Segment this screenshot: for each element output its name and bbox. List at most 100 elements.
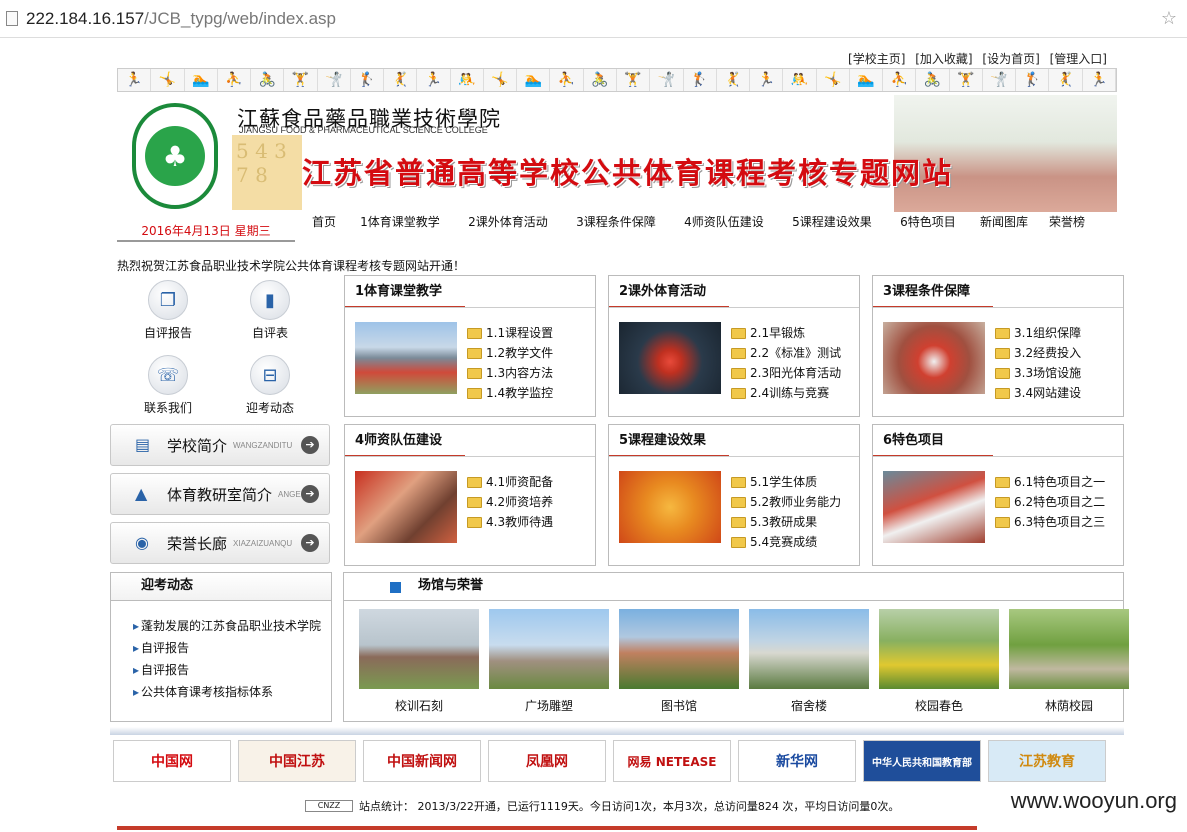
school-intro-button[interactable]: ▤ 学校简介 WANGZANDITU ➔ — [110, 424, 330, 466]
quick-self-report[interactable]: ❐ 自评报告 — [123, 280, 213, 341]
venue-photo — [359, 609, 479, 689]
panel-link[interactable]: 6.2特色项目之二 — [995, 492, 1105, 512]
panel-special: 6特色项目 6.1特色项目之一 6.2特色项目之二 6.3特色项目之三 — [872, 424, 1124, 566]
athlete-icon: 🤾 — [717, 69, 751, 91]
link-jiangsu-edu[interactable]: 江苏教育 — [988, 740, 1106, 782]
address-bar[interactable]: 222.184.16.157 /JCB_typg/web/index.asp ☆ — [0, 0, 1187, 38]
cnzz-badge[interactable]: CNZZ — [305, 800, 353, 812]
url-host: 222.184.16.157 — [26, 8, 145, 28]
venue-label: 宿舍楼 — [790, 699, 827, 713]
panel-link[interactable]: 5.3教研成果 — [731, 512, 841, 532]
folder-icon — [467, 347, 482, 359]
link-chinanews[interactable]: 中国新闻网 — [363, 740, 481, 782]
page-icon — [6, 11, 18, 26]
square-bullet-icon — [390, 582, 401, 593]
panel-link[interactable]: 1.1课程设置 — [467, 323, 553, 343]
link-163[interactable]: 网易 NETEASE — [613, 740, 731, 782]
honor-gallery-button[interactable]: ◉ 荣誉长廊 XIAZAIZUANQU ➔ — [110, 522, 330, 564]
panel-link[interactable]: 2.3阳光体育活动 — [731, 363, 841, 383]
link-moe[interactable]: 中华人民共和国教育部 — [863, 740, 981, 782]
separator — [110, 727, 1124, 735]
news-item[interactable]: 公共体育课考核指标体系 — [133, 681, 331, 703]
venues-title: 场馆与荣誉 — [418, 578, 484, 593]
folder-icon — [731, 496, 746, 508]
venue-item[interactable]: 图书馆 — [619, 609, 739, 714]
venue-item[interactable]: 林荫校园 — [1009, 609, 1129, 714]
folder-icon — [467, 387, 482, 399]
athlete-icon: 🏊 — [517, 69, 551, 91]
sport-pictogram-strip: 🏃 🤸 🏊 ⛹ 🚴 🏋 🤺 🏌 🤾 🏃 🤼 🤸 🏊 ⛹ 🚴 🏋 🤺 🏌 🤾 🏃 🤼 🤸 🏊 ⛹ 🚴 🏋 🤺… — [117, 68, 1117, 92]
panel-link[interactable]: 2.2《标准》测试 — [731, 343, 841, 363]
venue-label: 林荫校园 — [1044, 699, 1093, 713]
current-date: 2016年4月13日 星期三 — [117, 222, 295, 242]
link-set-homepage[interactable]: [设为首页] — [982, 52, 1039, 66]
news-title: 迎考动态 — [111, 573, 331, 601]
link-xinhua[interactable]: 新华网 — [738, 740, 856, 782]
quick-exam-news[interactable]: ⊟ 迎考动态 — [225, 355, 315, 416]
panel-link[interactable]: 5.1学生体质 — [731, 472, 841, 492]
panel-link[interactable]: 4.2师资培养 — [467, 492, 553, 512]
panel-link[interactable]: 1.3内容方法 — [467, 363, 553, 383]
panel-link[interactable]: 3.4网站建设 — [995, 383, 1081, 403]
panel-link[interactable]: 3.1组织保障 — [995, 323, 1081, 343]
nav-news-gallery[interactable]: 新闻图库 — [974, 215, 1034, 230]
quick-label: 联系我们 — [143, 401, 192, 415]
venue-item[interactable]: 宿舍楼 — [749, 609, 869, 714]
athlete-icon: 🤸 — [484, 69, 518, 91]
panel-link[interactable]: 6.1特色项目之一 — [995, 472, 1105, 492]
panel-link[interactable]: 5.4竞赛成绩 — [731, 532, 841, 552]
nav-conditions[interactable]: 3课程条件保障 — [576, 215, 656, 230]
quick-contact[interactable]: ☏ 联系我们 — [123, 355, 213, 416]
link-school-home[interactable]: [学校主页] — [848, 52, 905, 66]
venue-item[interactable]: 广场雕塑 — [489, 609, 609, 714]
button-sub: XIAZAIZUANQU — [233, 538, 293, 548]
panel-link[interactable]: 5.2教师业务能力 — [731, 492, 841, 512]
id-card-icon: ▤ — [135, 435, 151, 454]
nav-results[interactable]: 5课程建设效果 — [792, 215, 872, 230]
venue-item[interactable]: 校训石刻 — [359, 609, 479, 714]
link-china-jiangsu[interactable]: 中国江苏 — [238, 740, 356, 782]
athlete-icon: 🤺 — [983, 69, 1017, 91]
toolbox-icon: ⊟ — [250, 355, 290, 395]
link-china-net[interactable]: 中国网 — [113, 740, 231, 782]
pe-dept-intro-button[interactable]: ▲ 体育教研室简介 ANGE ➔ — [110, 473, 330, 515]
quick-self-table[interactable]: ▮ 自评表 — [225, 280, 315, 341]
nav-extracurricular[interactable]: 2课外体育活动 — [468, 215, 548, 230]
folder-icon — [467, 327, 482, 339]
news-item[interactable]: 自评报告 — [133, 659, 331, 681]
athlete-icon: 🤾 — [384, 69, 418, 91]
panel-link[interactable]: 1.2教学文件 — [467, 343, 553, 363]
link-ifeng[interactable]: 凤凰网 — [488, 740, 606, 782]
panel-link[interactable]: 4.3教师待遇 — [467, 512, 553, 532]
folder-icon — [731, 516, 746, 528]
folder-icon — [731, 327, 746, 339]
nav-classroom[interactable]: 1体育课堂教学 — [360, 215, 440, 230]
link-add-favorite[interactable]: [加入收藏] — [915, 52, 972, 66]
nav-faculty[interactable]: 4师资队伍建设 — [684, 215, 764, 230]
site-stats: CNZZ 站点统计： 2013/3/22开通，已运行1119天。今日访问1次，本… — [305, 798, 899, 814]
venue-item[interactable]: 校园春色 — [879, 609, 999, 714]
panel-link[interactable]: 1.4教学监控 — [467, 383, 553, 403]
panel-link[interactable]: 6.3特色项目之三 — [995, 512, 1105, 532]
nav-honor[interactable]: 荣誉榜 — [1042, 215, 1092, 230]
panel-link[interactable]: 2.1早锻炼 — [731, 323, 841, 343]
athlete-icon: 🤸 — [817, 69, 850, 91]
panel-link[interactable]: 3.2经费投入 — [995, 343, 1081, 363]
nav-home[interactable]: 首页 — [302, 215, 346, 230]
link-admin[interactable]: [管理入口] — [1050, 52, 1107, 66]
news-item[interactable]: 蓬勃发展的江苏食品职业技术学院 — [133, 615, 331, 637]
venue-label: 图书馆 — [660, 699, 697, 713]
panel-link[interactable]: 3.3场馆设施 — [995, 363, 1081, 383]
bookmark-star-icon[interactable]: ☆ — [1161, 8, 1177, 29]
athlete-icon: 🏃 — [417, 69, 451, 91]
folder-icon — [995, 496, 1010, 508]
news-item[interactable]: 自评报告 — [133, 637, 331, 659]
panel-link[interactable]: 2.4训练与竞赛 — [731, 383, 841, 403]
panel-link[interactable]: 4.1师资配备 — [467, 472, 553, 492]
athlete-icon: 🏊 — [850, 69, 884, 91]
top-links: [学校主页] [加入收藏] [设为首页] [管理入口] — [842, 50, 1107, 67]
panel-extracurricular: 2课外体育活动 2.1早锻炼 2.2《标准》测试 2.3阳光体育活动 2.4训练… — [608, 275, 860, 417]
exam-news-box: 迎考动态 蓬勃发展的江苏食品职业技术学院 自评报告 自评报告 公共体育课考核指标… — [110, 572, 332, 722]
nav-special[interactable]: 6特色项目 — [900, 215, 956, 230]
footer-line — [117, 826, 977, 830]
